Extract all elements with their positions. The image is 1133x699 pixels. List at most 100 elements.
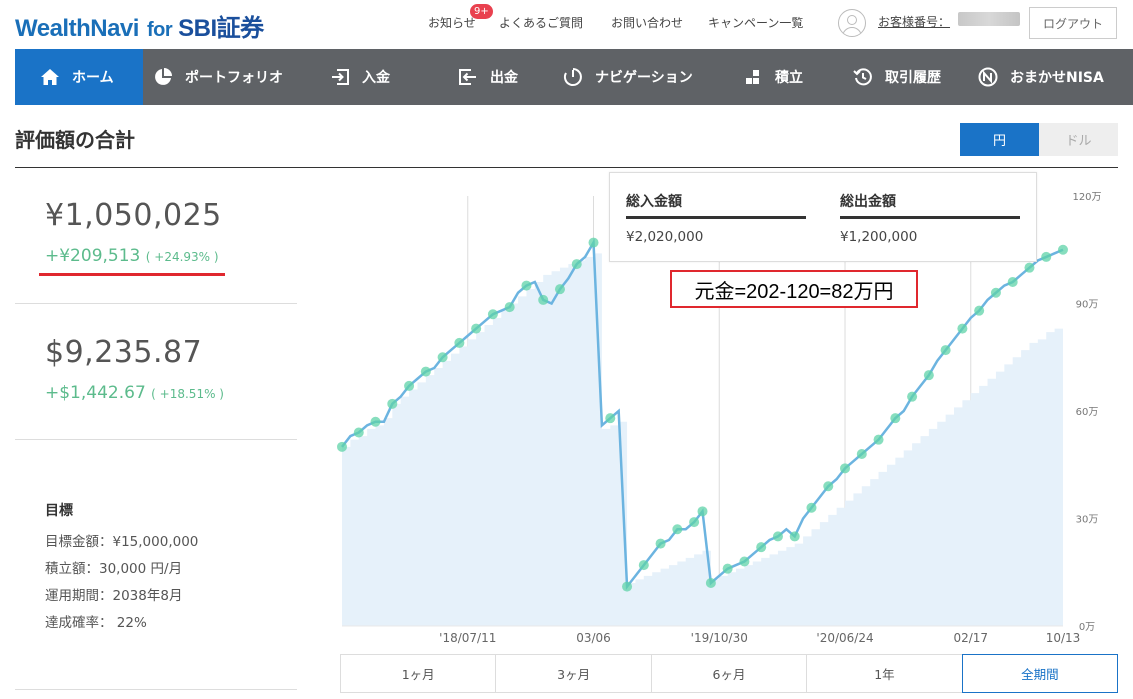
value-point bbox=[789, 531, 800, 542]
value-point bbox=[705, 578, 716, 588]
logo-for: for bbox=[146, 19, 173, 41]
value-point bbox=[923, 370, 934, 381]
top-bar: WealthNavi for SBI証券 お知らせ 9+ よくあるご質問 お問い合わ… bbox=[0, 0, 1133, 49]
value-point bbox=[437, 352, 448, 363]
value-point bbox=[873, 434, 884, 445]
currency-yen-button[interactable]: 円 bbox=[960, 123, 1039, 156]
value-point bbox=[1007, 277, 1018, 287]
nav-item-deposit[interactable]: 入金 bbox=[330, 49, 390, 105]
nisa-icon bbox=[978, 67, 998, 87]
nav-item-label: 入金 bbox=[362, 70, 390, 86]
nav-item-portfolio[interactable]: ポートフォリオ bbox=[153, 49, 283, 105]
notice-link[interactable]: お知らせ bbox=[428, 14, 476, 31]
value-point bbox=[739, 556, 750, 567]
nav-item-nisa[interactable]: おまかせNISA bbox=[978, 49, 1104, 105]
value-point bbox=[697, 506, 708, 517]
value-point bbox=[521, 280, 532, 291]
yen-gain: +¥209,513 ( +24.93% ) bbox=[45, 246, 219, 266]
total-withdraw-value: ¥1,200,000 bbox=[840, 229, 918, 245]
x-tick-label: '20/06/24 bbox=[816, 631, 873, 645]
value-point bbox=[538, 294, 549, 305]
currency-usd-button[interactable]: ドル bbox=[1039, 123, 1118, 156]
tab-3-months[interactable]: 3ヶ月 bbox=[495, 654, 651, 693]
logo[interactable]: WealthNavi for SBI証券 bbox=[15, 8, 264, 43]
usd-gain: +$1,442.67 ( +18.51% ) bbox=[45, 383, 224, 403]
divider bbox=[15, 303, 297, 304]
user-avatar-icon[interactable] bbox=[838, 9, 866, 37]
nav-item-label: ナビゲーション bbox=[595, 70, 693, 86]
history-icon bbox=[853, 67, 873, 87]
deposit-withdraw-box: 総入金額 ¥2,020,000 総出金額 ¥1,200,000 bbox=[609, 172, 1037, 262]
value-point bbox=[907, 391, 918, 402]
x-tick-label: 10/13 bbox=[1046, 631, 1081, 645]
y-tick-label: 90万 bbox=[1076, 300, 1099, 311]
nav-item-navigation[interactable]: ナビゲーション bbox=[563, 49, 693, 105]
value-point bbox=[471, 323, 482, 334]
goal-title: 目標 bbox=[45, 503, 73, 519]
currency-toggle: 円 ドル bbox=[960, 123, 1118, 156]
divider bbox=[15, 689, 297, 690]
divider bbox=[15, 439, 297, 440]
x-tick-label: '18/07/11 bbox=[439, 631, 496, 645]
yen-total-value: ¥1,050,025 bbox=[45, 198, 222, 233]
value-point bbox=[940, 345, 951, 356]
logo-sbi: SBI証券 bbox=[178, 15, 264, 42]
value-point bbox=[337, 441, 347, 452]
value-point bbox=[638, 560, 649, 571]
value-point bbox=[823, 481, 834, 492]
goal-amount: 目標金額：¥15,000,000 bbox=[45, 534, 199, 550]
nav-item-label: おまかせNISA bbox=[1010, 70, 1104, 86]
value-point bbox=[974, 305, 985, 316]
value-point bbox=[856, 449, 867, 459]
y-tick-label: 120万 bbox=[1072, 192, 1101, 203]
customer-number-link[interactable]: お客様番号： bbox=[878, 13, 950, 30]
value-point bbox=[990, 287, 1001, 298]
value-point bbox=[622, 581, 633, 592]
withdraw-icon bbox=[458, 67, 478, 87]
deposit-icon bbox=[330, 67, 350, 87]
main-nav: ホーム ポートフォリオ 入金 出金 ナビゲーション 積立 取引履歴 おまかせNI… bbox=[15, 49, 1133, 105]
value-point bbox=[353, 427, 364, 438]
logout-button[interactable]: ログアウト bbox=[1029, 7, 1117, 39]
nav-item-home[interactable]: ホーム bbox=[15, 49, 143, 105]
value-point bbox=[504, 302, 515, 313]
total-withdraw: 総出金額 ¥1,200,000 bbox=[840, 191, 1020, 245]
value-point bbox=[571, 259, 582, 270]
x-tick-label: '19/10/30 bbox=[691, 631, 748, 645]
goal-probability: 達成確率： 22% bbox=[45, 615, 147, 631]
faq-link[interactable]: よくあるご質問 bbox=[499, 14, 583, 31]
usd-gain-percent: ( +18.51% ) bbox=[151, 387, 224, 401]
value-point bbox=[772, 531, 783, 542]
period-tabs: 1ヶ月 3ヶ月 6ヶ月 1年 全期間 bbox=[340, 654, 1119, 693]
campaign-link[interactable]: キャンペーン一覧 bbox=[708, 14, 803, 31]
y-tick-label: 30万 bbox=[1076, 515, 1099, 526]
x-tick-label: 03/06 bbox=[576, 631, 611, 645]
tab-all-period[interactable]: 全期間 bbox=[961, 654, 1119, 693]
nav-item-label: ポートフォリオ bbox=[185, 70, 283, 86]
tab-6-months[interactable]: 6ヶ月 bbox=[650, 654, 807, 693]
y-tick-label: 60万 bbox=[1076, 407, 1099, 418]
tab-1-month[interactable]: 1ヶ月 bbox=[340, 654, 496, 693]
usd-total-value: $9,235.87 bbox=[45, 335, 203, 370]
nav-item-withdraw[interactable]: 出金 bbox=[458, 49, 518, 105]
total-deposit-label: 総入金額 bbox=[626, 191, 806, 219]
page-title: 評価額の合計 bbox=[15, 128, 135, 152]
usd-gain-amount: +$1,442.67 bbox=[45, 383, 146, 403]
tab-1-year[interactable]: 1年 bbox=[806, 654, 962, 693]
pie-chart-icon bbox=[153, 67, 173, 87]
notice-badge: 9+ bbox=[470, 4, 493, 19]
contact-link[interactable]: お問い合わせ bbox=[611, 14, 683, 31]
highlight-underline bbox=[39, 273, 225, 276]
nav-item-label: 出金 bbox=[490, 70, 518, 86]
value-point bbox=[689, 517, 700, 528]
blocks-icon bbox=[743, 67, 763, 87]
nav-item-label: 積立 bbox=[775, 70, 803, 86]
value-point bbox=[672, 524, 683, 535]
value-point bbox=[1058, 244, 1068, 255]
goal-period: 運用期間：2038年8月 bbox=[45, 588, 183, 604]
nav-item-label: ホーム bbox=[72, 70, 114, 86]
nav-item-accumulate[interactable]: 積立 bbox=[743, 49, 803, 105]
total-deposit: 総入金額 ¥2,020,000 bbox=[626, 191, 806, 245]
nav-item-history[interactable]: 取引履歴 bbox=[853, 49, 941, 105]
nav-item-label: 取引履歴 bbox=[885, 70, 941, 86]
